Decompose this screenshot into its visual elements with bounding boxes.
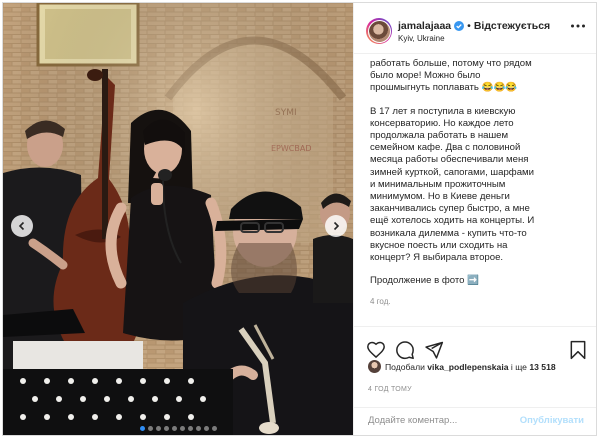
carousel-dot bbox=[187, 426, 193, 431]
post-caption: работать больше, потому что рядом было м… bbox=[370, 58, 580, 320]
following-button[interactable]: Відстежується bbox=[474, 20, 550, 32]
verified-badge-icon bbox=[454, 21, 465, 31]
previous-photo-button[interactable] bbox=[11, 215, 33, 237]
more-options-icon[interactable] bbox=[570, 23, 586, 29]
caption-paragraph: Продолжение в фото ➡️ bbox=[370, 275, 480, 287]
likes-middle: і ще bbox=[510, 361, 527, 372]
separator-dot: • bbox=[467, 20, 471, 32]
publish-button[interactable]: Опублікувати bbox=[520, 415, 584, 426]
carousel-indicator bbox=[3, 426, 353, 431]
carousel-dot bbox=[179, 426, 185, 431]
liker-avatar[interactable] bbox=[368, 360, 381, 373]
posted-time[interactable]: 4 ГОД ТОМУ bbox=[368, 386, 412, 393]
comment-icon[interactable] bbox=[395, 340, 415, 360]
post-header: jamalajaaa • Відстежується Kyiv, Ukraine bbox=[354, 3, 596, 54]
carousel-dot bbox=[211, 426, 217, 431]
comment-bar: Опублікувати bbox=[354, 407, 596, 435]
jazz-band-photo: SYMI EPWCBAD bbox=[3, 3, 353, 435]
post-location[interactable]: Kyiv, Ukraine bbox=[398, 34, 445, 43]
comment-input[interactable] bbox=[366, 414, 510, 427]
liker-username[interactable]: vika_podlepenskaia bbox=[427, 362, 508, 372]
caption-paragraph: работать больше, потому что рядом было м… bbox=[370, 58, 532, 94]
likes-prefix: Подобали bbox=[385, 361, 425, 372]
instagram-post: SYMI EPWCBAD bbox=[2, 2, 597, 436]
share-icon[interactable] bbox=[424, 340, 444, 360]
chevron-right-icon bbox=[333, 221, 340, 231]
likes-summary: Подобали vika_podlepenskaia і ще 13 518 bbox=[368, 360, 556, 373]
carousel-dot bbox=[203, 426, 209, 431]
bookmark-icon[interactable] bbox=[568, 340, 588, 360]
chevron-left-icon bbox=[18, 221, 25, 231]
heart-icon[interactable] bbox=[366, 340, 386, 360]
carousel-dot bbox=[195, 426, 201, 431]
next-photo-button[interactable] bbox=[325, 215, 347, 237]
caption-paragraph: В 17 лет я поступила в киевскую консерва… bbox=[370, 105, 535, 264]
author-username[interactable]: jamalajaaa bbox=[398, 20, 451, 32]
post-photo[interactable]: SYMI EPWCBAD bbox=[3, 3, 353, 435]
likes-count[interactable]: 13 518 bbox=[529, 362, 555, 372]
carousel-dot bbox=[155, 426, 161, 431]
carousel-dot bbox=[147, 426, 153, 431]
caption-timestamp[interactable]: 4 год. bbox=[370, 296, 580, 308]
carousel-dot bbox=[171, 426, 177, 431]
author-line: jamalajaaa • Відстежується bbox=[398, 20, 550, 32]
post-sidebar: jamalajaaa • Відстежується Kyiv, Ukraine… bbox=[353, 3, 596, 435]
author-avatar[interactable] bbox=[366, 18, 392, 44]
carousel-dot bbox=[163, 426, 169, 431]
carousel-dot bbox=[139, 426, 145, 431]
